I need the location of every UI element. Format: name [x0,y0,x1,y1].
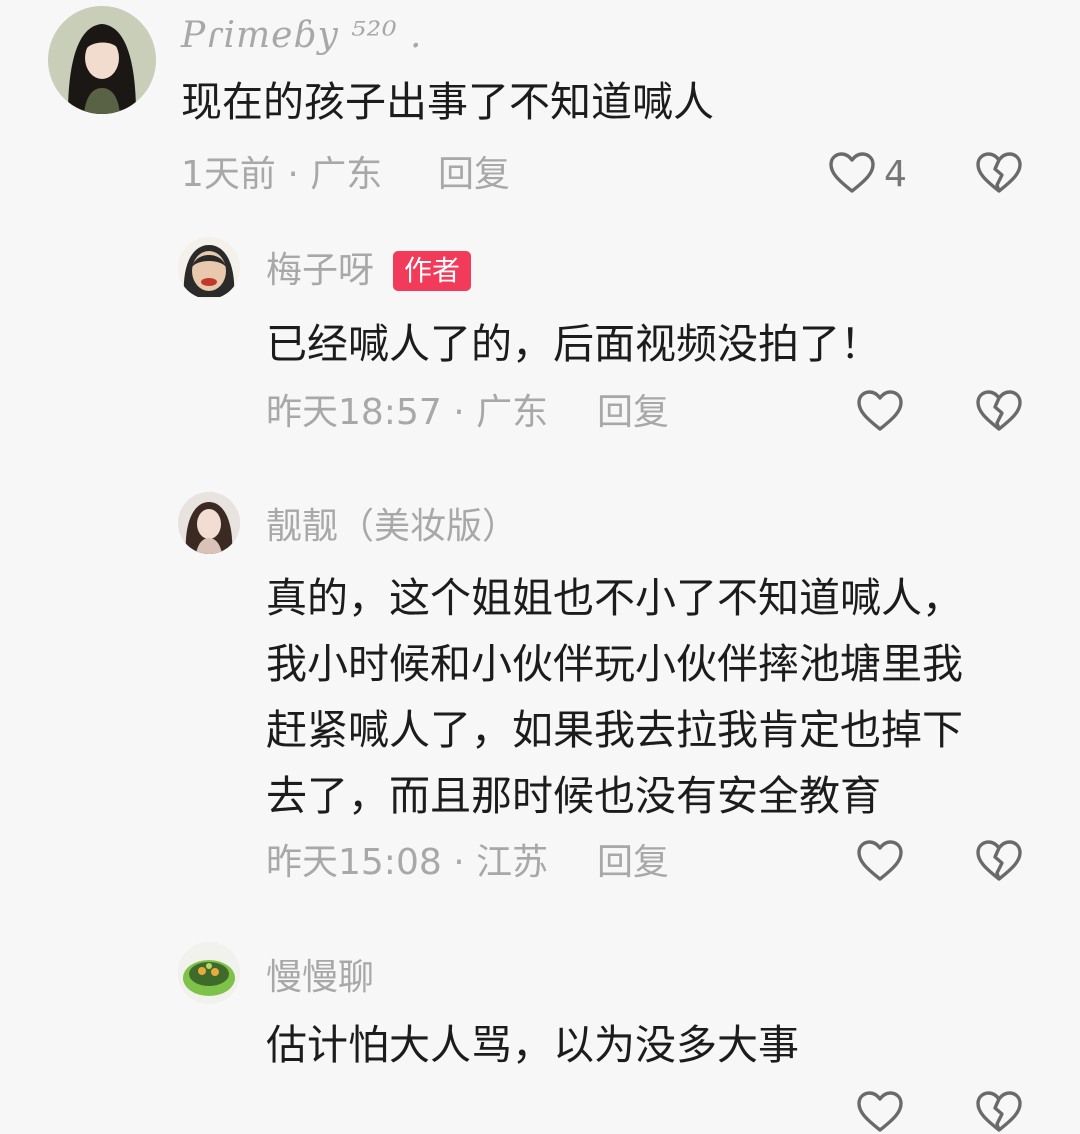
comment-text-line: 真的，这个姐姐也不小了不知道喊人， [266,574,963,622]
heart-outline-icon [856,839,904,883]
comment-text: 已经喊人了的，后面视频没拍了！ [266,320,881,368]
broken-heart-icon [975,839,1023,883]
heart-outline-icon [856,1090,904,1134]
author-badge: 作者 [393,251,472,291]
dislike-button[interactable] [975,1090,1023,1134]
avatar[interactable] [48,6,156,114]
user-photo-avatar [48,6,156,114]
comment-text-line: 我小时候和小伙伴玩小伙伴摔池塘里我 [266,640,963,688]
comment-item: 靓靓（美妆版） 真的，这个姐姐也不小了不知道喊人， 我小时候和小伙伴玩小伙伴摔池… [0,475,1080,930]
comment-meta: 1天前 · 广东 [181,154,383,195]
comment-meta: 昨天15:08 · 江苏 [266,842,549,883]
dislike-button[interactable] [975,839,1023,883]
username[interactable]: Pɾimeɓy ⁵²⁰ . [181,14,422,58]
broken-heart-icon [975,1090,1023,1134]
comment-item: Pɾimeɓy ⁵²⁰ . 现在的孩子出事了不知道喊人 1天前 · 广东 回复 … [0,0,1080,225]
dislike-button[interactable] [975,389,1023,433]
comment-text: 估计怕大人骂，以为没多大事 [266,1021,799,1069]
like-button[interactable] [856,839,904,883]
broken-heart-icon [975,151,1023,195]
food-photo-avatar [178,942,240,1004]
comment-text-line: 去了，而且那时候也没有安全教育 [266,772,881,820]
comment-text-line: 赶紧喊人了，如果我去拉我肯定也掉下 [266,706,963,754]
reply-button[interactable]: 回复 [438,153,510,197]
comment-text: 现在的孩子出事了不知道喊人 [181,78,714,126]
username[interactable]: 梅子呀 [266,249,374,293]
dislike-button[interactable] [975,151,1023,195]
like-button[interactable] [856,1090,904,1134]
avatar[interactable] [178,942,240,1004]
comment-meta: 昨天18:57 · 广东 [266,392,549,433]
broken-heart-icon [975,389,1023,433]
cartoon-avatar [178,237,240,299]
comment-item: 梅子呀 作者 已经喊人了的，后面视频没拍了！ 昨天18:57 · 广东 回复 [0,225,1080,475]
like-button[interactable] [828,151,876,195]
like-count: 4 [884,154,907,195]
avatar[interactable] [178,237,240,299]
username[interactable]: 靓靓（美妆版） [266,505,518,549]
reply-button[interactable]: 回复 [597,391,669,435]
like-button[interactable] [856,389,904,433]
comment-item: 慢慢聊 估计怕大人骂，以为没多大事 [0,930,1080,1102]
reply-button[interactable]: 回复 [597,841,669,885]
heart-outline-icon [856,389,904,433]
username[interactable]: 慢慢聊 [266,956,374,1000]
avatar[interactable] [178,492,240,554]
heart-outline-icon [828,151,876,195]
user-photo-avatar [178,492,240,554]
